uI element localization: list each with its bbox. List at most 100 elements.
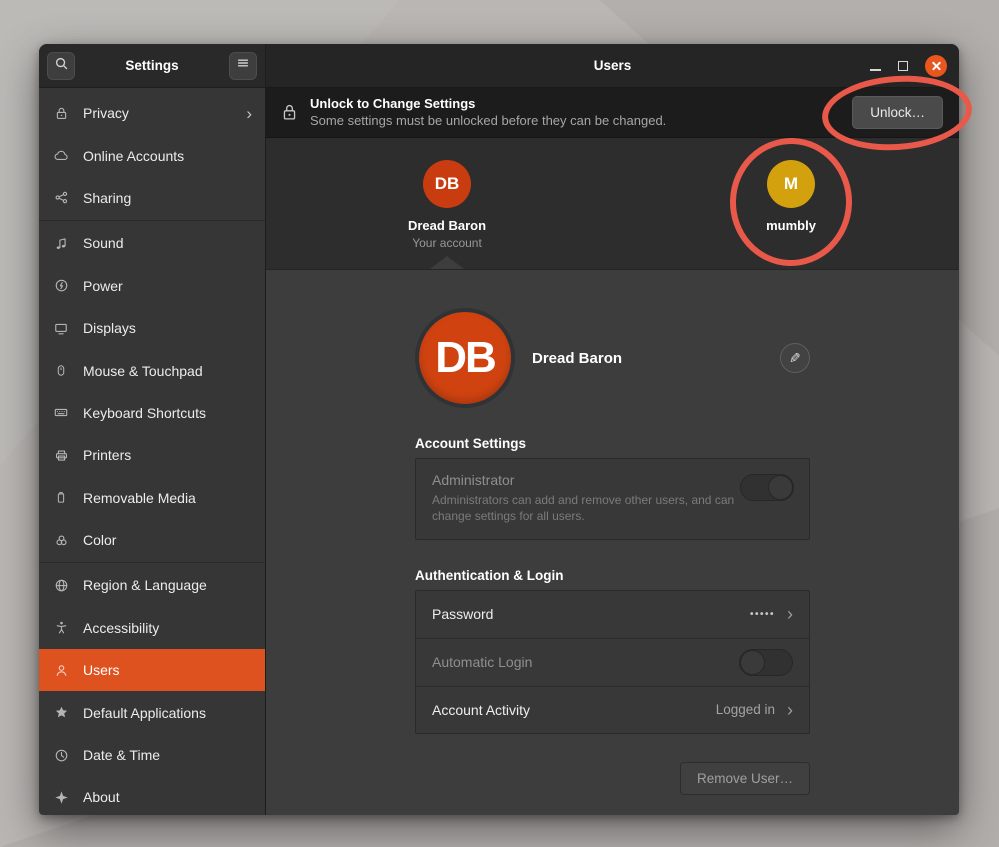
keyboard-icon (52, 405, 70, 421)
desktop-background: Settings Privacy› Online Accounts Sharing S… (0, 0, 999, 847)
user-avatar: DB (415, 308, 515, 408)
sidebar-item-keyboard-shortcuts[interactable]: Keyboard Shortcuts (39, 392, 265, 434)
edit-name-button[interactable]: ✎ (780, 343, 810, 373)
unlock-banner: Unlock to Change Settings Some settings … (266, 88, 959, 138)
sidebar-item-label: About (83, 789, 120, 805)
sidebar-item-color[interactable]: Color (39, 519, 265, 561)
user-carousel: DB Dread Baron Your account Mmumbly (266, 138, 959, 270)
sidebar-item-date-and-time[interactable]: Date & Time (39, 734, 265, 776)
sidebar-item-sharing[interactable]: Sharing (39, 177, 265, 219)
sidebar-item-mouse-and-touchpad[interactable]: Mouse & Touchpad (39, 349, 265, 391)
sidebar-header: Settings (39, 44, 265, 88)
pencil-icon: ✎ (789, 350, 801, 367)
chevron-right-icon: › (246, 105, 252, 122)
sidebar-item-printers[interactable]: Printers (39, 434, 265, 476)
page-title: Users (594, 58, 632, 73)
chevron-right-icon: › (787, 605, 793, 623)
carousel-user-name: mumbly (766, 218, 816, 233)
displays-icon (52, 320, 70, 336)
sidebar-separator (39, 220, 265, 221)
sidebar-item-privacy[interactable]: Privacy› (39, 92, 265, 134)
sidebar-item-label: Mouse & Touchpad (83, 363, 203, 379)
selected-user-pointer (430, 256, 464, 269)
carousel-user-mumbly[interactable]: Mmumbly (721, 160, 861, 233)
chevron-right-icon: › (787, 701, 793, 719)
sidebar-item-label: Sound (83, 235, 123, 251)
authentication-card: Password ••••• › Automatic Login (415, 590, 810, 735)
sidebar-item-removable-media[interactable]: Removable Media (39, 477, 265, 519)
carousel-user-note: Your account (412, 236, 482, 250)
minimize-button[interactable] (870, 69, 881, 71)
menu-button[interactable] (229, 52, 257, 80)
section-heading-authentication: Authentication & Login (415, 568, 810, 583)
sidebar-item-default-applications[interactable]: Default Applications (39, 691, 265, 733)
search-icon (54, 56, 69, 76)
unlock-banner-subtitle: Some settings must be unlocked before th… (310, 113, 666, 129)
user-avatar: DB (423, 160, 471, 208)
password-label: Password (432, 606, 493, 622)
sidebar-item-label: Sharing (83, 190, 131, 206)
settings-window: Settings Privacy› Online Accounts Sharing S… (39, 44, 959, 815)
star-icon (52, 705, 70, 721)
sidebar: Settings Privacy› Online Accounts Sharing S… (39, 44, 266, 815)
user-avatar: M (767, 160, 815, 208)
accessibility-icon (52, 620, 70, 636)
removable-icon (52, 490, 70, 506)
sidebar-item-label: Users (83, 662, 120, 678)
lock-icon (52, 105, 70, 121)
titlebar: Users (266, 44, 959, 88)
administrator-description: Administrators can add and remove other … (432, 493, 737, 525)
power-icon (52, 278, 70, 294)
sidebar-item-label: Displays (83, 320, 136, 336)
account-activity-label: Account Activity (432, 702, 530, 718)
administrator-toggle (740, 474, 794, 501)
unlock-button[interactable]: Unlock… (852, 96, 943, 129)
main-area: Users Unlock to Change Settings Some set… (266, 44, 959, 815)
app-title: Settings (75, 58, 229, 73)
close-button[interactable] (925, 55, 947, 77)
user-name: Dread Baron (532, 350, 622, 367)
unlock-banner-title: Unlock to Change Settings (310, 96, 666, 112)
search-button[interactable] (47, 52, 75, 80)
automatic-login-label: Automatic Login (432, 654, 532, 670)
sidebar-item-label: Accessibility (83, 620, 159, 636)
sound-icon (52, 235, 70, 251)
globe-icon (52, 577, 70, 593)
sidebar-separator (39, 562, 265, 563)
share-icon (52, 190, 70, 206)
password-row[interactable]: Password ••••• › (416, 591, 809, 639)
account-activity-row[interactable]: Account Activity Logged in › (416, 686, 809, 734)
clock-icon (52, 747, 70, 763)
sidebar-item-label: Date & Time (83, 747, 160, 763)
automatic-login-row: Automatic Login (416, 638, 809, 686)
profile-row: DB Dread Baron ✎ (415, 308, 810, 408)
sidebar-item-label: Keyboard Shortcuts (83, 405, 206, 421)
lock-icon (282, 103, 297, 122)
cloud-icon (52, 148, 70, 164)
sidebar-item-label: Printers (83, 447, 131, 463)
sidebar-item-users[interactable]: Users (39, 649, 265, 691)
mouse-icon (52, 363, 70, 379)
sidebar-item-about[interactable]: About (39, 776, 265, 815)
carousel-user-dread-baron[interactable]: DB Dread Baron Your account (377, 160, 517, 250)
printer-icon (52, 447, 70, 463)
sidebar-item-displays[interactable]: Displays (39, 307, 265, 349)
toggle-knob (768, 475, 793, 500)
account-activity-value: Logged in (716, 702, 775, 717)
maximize-button[interactable] (898, 61, 908, 71)
about-icon (52, 789, 70, 805)
sidebar-item-sound[interactable]: Sound (39, 222, 265, 264)
carousel-user-name: Dread Baron (408, 218, 486, 233)
sidebar-list: Privacy› Online Accounts Sharing Sound Power… (39, 88, 265, 815)
users-icon (52, 662, 70, 678)
sidebar-item-label: Online Accounts (83, 148, 184, 164)
password-dots: ••••• (750, 609, 775, 620)
sidebar-item-accessibility[interactable]: Accessibility (39, 607, 265, 649)
window-controls (870, 44, 947, 88)
sidebar-item-label: Region & Language (83, 577, 207, 593)
sidebar-item-region-and-language[interactable]: Region & Language (39, 564, 265, 606)
toggle-knob (740, 650, 765, 675)
sidebar-item-power[interactable]: Power (39, 265, 265, 307)
unlock-banner-text: Unlock to Change Settings Some settings … (310, 96, 666, 129)
sidebar-item-online-accounts[interactable]: Online Accounts (39, 134, 265, 176)
